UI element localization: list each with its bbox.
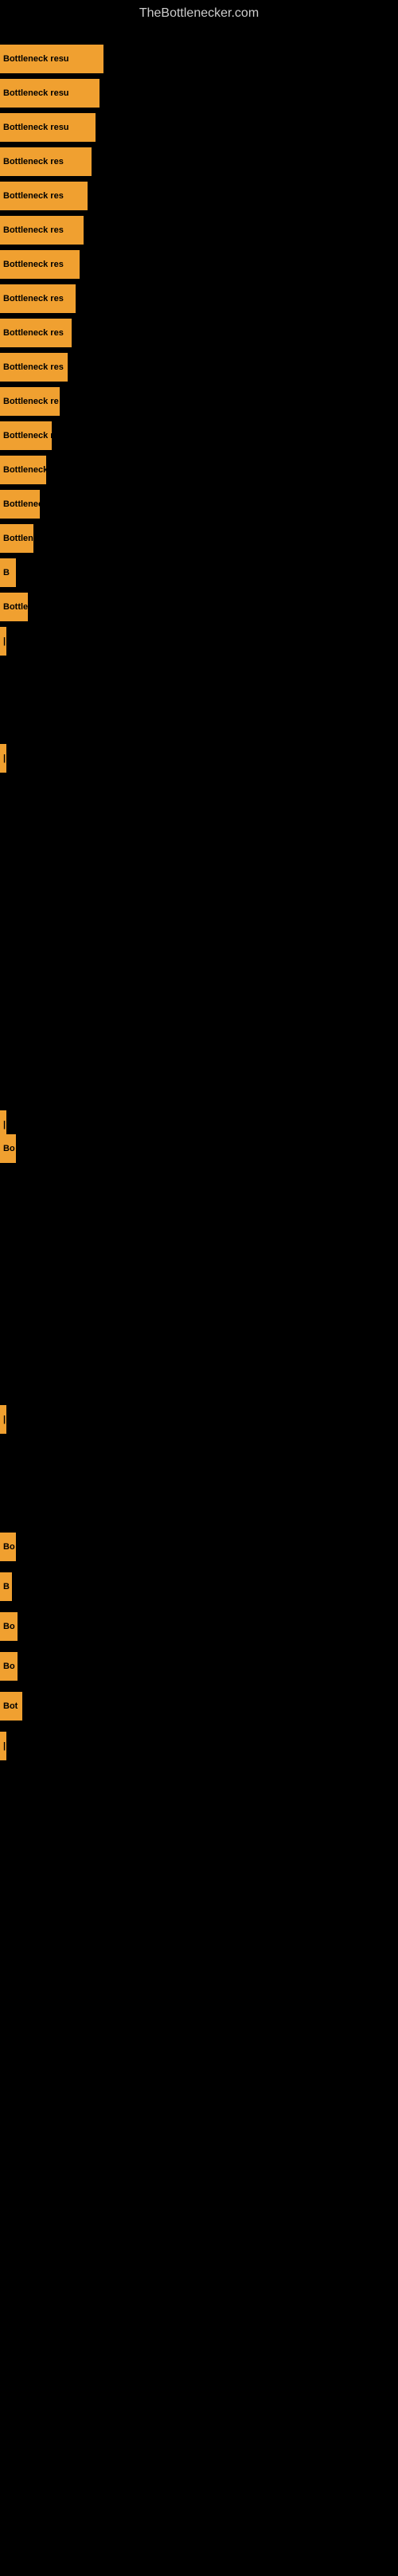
bar-row: Bottleneck r — [0, 456, 46, 484]
bar-label: Bottleneck re — [0, 387, 60, 416]
bar-label: | — [0, 627, 6, 656]
bar-row: | — [0, 1110, 6, 1139]
bar-label: | — [0, 744, 6, 773]
bar-label: Bottleneck resu — [0, 45, 103, 73]
bar-row: Bottleneck resu — [0, 45, 103, 73]
bar-row: Bottleneck res — [0, 353, 68, 382]
bar-label: | — [0, 1732, 6, 1760]
bar-row: Bottleneck resu — [0, 79, 100, 108]
bar-label: Bottleneck resu — [0, 113, 96, 142]
bar-label: Bottleneck res — [0, 319, 72, 347]
bar-row: Bottleneck res — [0, 182, 88, 210]
bar-row: Bot — [0, 1692, 22, 1721]
bar-row: Bottleneck res — [0, 147, 92, 176]
bar-row: | — [0, 627, 6, 656]
bar-row: | — [0, 1732, 6, 1760]
bar-row: Bottleneck resu — [0, 113, 96, 142]
bar-label: B — [0, 558, 16, 587]
chart-container: Bottleneck resu Bottleneck resu Bottleneck… — [0, 27, 398, 2576]
bar-label: Bottleneck res — [0, 284, 76, 313]
bar-label: Bottleneck res — [0, 147, 92, 176]
bar-row: B — [0, 1572, 12, 1601]
bar-row: Bottle — [0, 593, 28, 621]
bar-label: B — [0, 1572, 12, 1601]
bar-row: Bottleneck re — [0, 387, 60, 416]
bar-label: Bot — [0, 1692, 22, 1721]
bar-label: | — [0, 1405, 6, 1434]
bar-label: Bottleneck r — [0, 456, 46, 484]
bar-label: Bottleneck res — [0, 353, 68, 382]
bar-label: Bo — [0, 1533, 16, 1561]
bar-label: Bottleneck res — [0, 216, 84, 245]
bar-row: | — [0, 744, 6, 773]
bar-row: Bottleneck res — [0, 216, 84, 245]
site-title: TheBottlenecker.com — [0, 0, 398, 27]
bar-label: Bottleneck r — [0, 421, 52, 450]
bar-row: Bottleneck res — [0, 319, 72, 347]
bar-label: Bottleneck res — [0, 250, 80, 279]
bar-label: Bottle — [0, 593, 28, 621]
bar-row: Bottleneck r — [0, 490, 40, 519]
bar-row: Bottleneck res — [0, 250, 80, 279]
bar-label: Bottleneck r — [0, 490, 40, 519]
bar-label: Bo — [0, 1652, 18, 1681]
bar-row: Bottleneck — [0, 524, 33, 553]
bar-row: Bo — [0, 1612, 18, 1641]
bar-label: | — [0, 1110, 6, 1139]
bar-row: | — [0, 1405, 6, 1434]
bar-row: Bottleneck res — [0, 284, 76, 313]
bar-row: Bo — [0, 1533, 16, 1561]
bar-label: Bottleneck — [0, 524, 33, 553]
bar-label: Bottleneck resu — [0, 79, 100, 108]
bar-row: Bottleneck r — [0, 421, 52, 450]
bar-row: B — [0, 558, 16, 587]
bar-label: Bottleneck res — [0, 182, 88, 210]
bar-row: Bo — [0, 1652, 18, 1681]
bar-label: Bo — [0, 1612, 18, 1641]
